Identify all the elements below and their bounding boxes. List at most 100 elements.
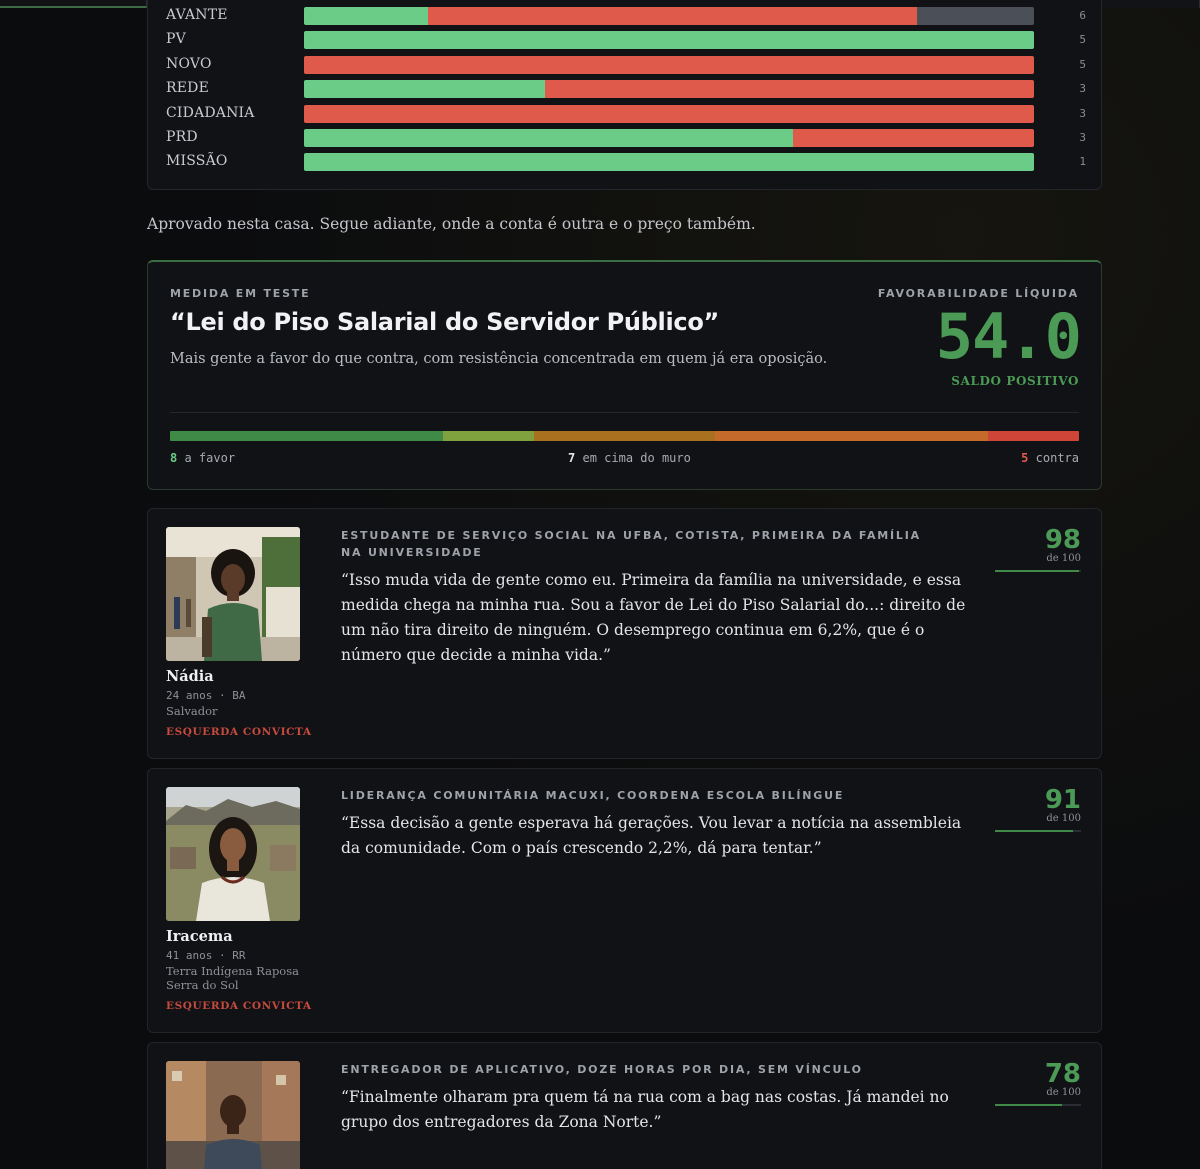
persona-score-track	[995, 1104, 1081, 1106]
persona-leaning: ESQUERDA CONVICTA	[166, 1000, 312, 1012]
split-neutral-b	[715, 431, 989, 441]
portrait-image	[166, 1061, 300, 1169]
persona-card[interactable]: ENTREGADOR DE APLICATIVO, DOZE HORAS POR…	[147, 1042, 1102, 1169]
persona-photo	[166, 1061, 300, 1169]
persona-leaning: ESQUERDA CONVICTA	[166, 726, 312, 738]
party-count: 5	[1079, 33, 1086, 46]
persona-score-value: 98	[1044, 525, 1081, 555]
party-row: PV 5	[166, 30, 1086, 50]
party-vote-bar	[304, 153, 1034, 171]
persona-score-scale: de 100	[1046, 813, 1081, 824]
persona-place: Salvador	[166, 704, 218, 718]
bar-favor-segment	[304, 31, 1034, 49]
persona-score-track	[995, 830, 1081, 832]
net-favorability-score: 54.0	[935, 300, 1082, 373]
persona-score-value: 91	[1044, 785, 1081, 815]
opinion-split-bar	[170, 431, 1079, 441]
split-favor-light	[442, 431, 534, 441]
bar-favor-segment	[304, 7, 429, 25]
tab-segment[interactable]	[0, 0, 147, 8]
persona-card[interactable]: Iracema 41 anos · RR Terra Indígena Rapo…	[147, 768, 1102, 1033]
party-vote-card: AVANTE 6 PV 5 NOVO 5 REDE 3 CIDADANIA 3 …	[147, 0, 1102, 190]
divider	[170, 412, 1079, 413]
party-count: 5	[1079, 58, 1086, 71]
persona-age-state: 41 anos · RR	[166, 949, 246, 962]
bar-favor-segment	[304, 153, 1034, 171]
persona-photo	[166, 527, 300, 661]
party-count: 3	[1079, 82, 1086, 95]
party-row: REDE 3	[166, 79, 1086, 99]
persona-role: ESTUDANTE DE SERVIÇO SOCIAL NA UFBA, COT…	[341, 529, 921, 559]
favor-legend: 8 a favor	[170, 451, 235, 465]
bar-contra-segment	[428, 7, 918, 25]
score-eyebrow: FAVORABILIDADE LÍQUIDA	[877, 287, 1079, 300]
portrait-image	[166, 787, 300, 921]
persona-role: LIDERANÇA COMUNITÁRIA MACUXI, COORDENA E…	[341, 789, 845, 802]
party-name: NOVO	[166, 56, 212, 72]
party-row: NOVO 5	[166, 55, 1086, 75]
party-row: AVANTE 6	[166, 6, 1086, 26]
party-name: AVANTE	[166, 7, 228, 23]
party-vote-bar	[304, 129, 1034, 147]
party-name: MISSÃO	[166, 153, 228, 169]
persona-photo	[166, 787, 300, 921]
party-row: CIDADANIA 3	[166, 104, 1086, 124]
measure-subtitle: Mais gente a favor do que contra, com re…	[170, 351, 828, 367]
bar-favor-segment	[304, 80, 545, 98]
persona-name: Nádia	[166, 668, 214, 685]
persona-score-scale: de 100	[1046, 1087, 1081, 1098]
persona-score-fill	[995, 830, 1074, 832]
party-vote-bar	[304, 31, 1034, 49]
persona-name: Iracema	[166, 928, 233, 945]
persona-age-state: 24 anos · BA	[166, 689, 246, 702]
party-vote-bar	[304, 105, 1034, 123]
persona-score-fill	[995, 570, 1080, 572]
bar-neutral-segment	[917, 7, 1034, 25]
party-count: 3	[1079, 107, 1086, 120]
score-label: SALDO POSITIVO	[951, 374, 1079, 388]
neutral-count: 7	[568, 451, 576, 465]
party-name: PRD	[166, 129, 198, 145]
persona-score-scale: de 100	[1046, 553, 1081, 564]
favor-label: a favor	[184, 451, 236, 465]
bar-contra-segment	[304, 56, 1034, 74]
persona-card[interactable]: Nádia 24 anos · BA Salvador ESQUERDA CON…	[147, 508, 1102, 759]
persona-quote: “Finalmente olharam pra quem tá na rua c…	[341, 1088, 949, 1131]
measure-card: MEDIDA EM TESTE FAVORABILIDADE LÍQUIDA “…	[147, 260, 1102, 490]
bar-contra-segment	[544, 80, 1034, 98]
party-vote-bar	[304, 80, 1034, 98]
party-count: 3	[1079, 131, 1086, 144]
party-name: PV	[166, 31, 186, 47]
contra-count: 5	[1021, 451, 1029, 465]
persona-score-track	[995, 570, 1081, 572]
neutral-legend: 7 em cima do muro	[568, 451, 691, 465]
party-name: REDE	[166, 80, 210, 96]
portrait-image	[166, 527, 300, 661]
party-name: CIDADANIA	[166, 105, 255, 121]
bar-favor-segment	[304, 129, 794, 147]
persona-quote: “Essa decisão a gente esperava há geraçõ…	[341, 814, 962, 857]
neutral-label: em cima do muro	[582, 451, 691, 465]
favor-count: 8	[170, 451, 178, 465]
persona-quote: “Isso muda vida de gente como eu. Primei…	[341, 571, 966, 664]
party-row: PRD 3	[166, 128, 1086, 148]
measure-title: “Lei do Piso Salarial do Servidor Públic…	[170, 308, 719, 336]
party-count: 6	[1079, 9, 1086, 22]
contra-label: contra	[1035, 451, 1079, 465]
measure-eyebrow: MEDIDA EM TESTE	[170, 287, 311, 300]
party-vote-bar	[304, 56, 1034, 74]
persona-score: 78 de 100	[995, 1059, 1081, 1106]
persona-score: 91 de 100	[995, 785, 1081, 832]
contra-legend: 5 contra	[1021, 451, 1079, 465]
party-vote-bar	[304, 7, 1034, 25]
persona-score: 98 de 100	[995, 525, 1081, 572]
split-contra	[988, 431, 1079, 441]
lead-paragraph: Aprovado nesta casa. Segue adiante, onde…	[147, 215, 756, 233]
bar-contra-segment	[793, 129, 1034, 147]
bar-contra-segment	[304, 105, 1034, 123]
persona-place: Terra Indígena Raposa Serra do Sol	[166, 964, 299, 992]
party-count: 1	[1079, 155, 1086, 168]
split-neutral-a	[533, 431, 716, 441]
persona-score-fill	[995, 1104, 1063, 1106]
split-favor-strong	[170, 431, 443, 441]
